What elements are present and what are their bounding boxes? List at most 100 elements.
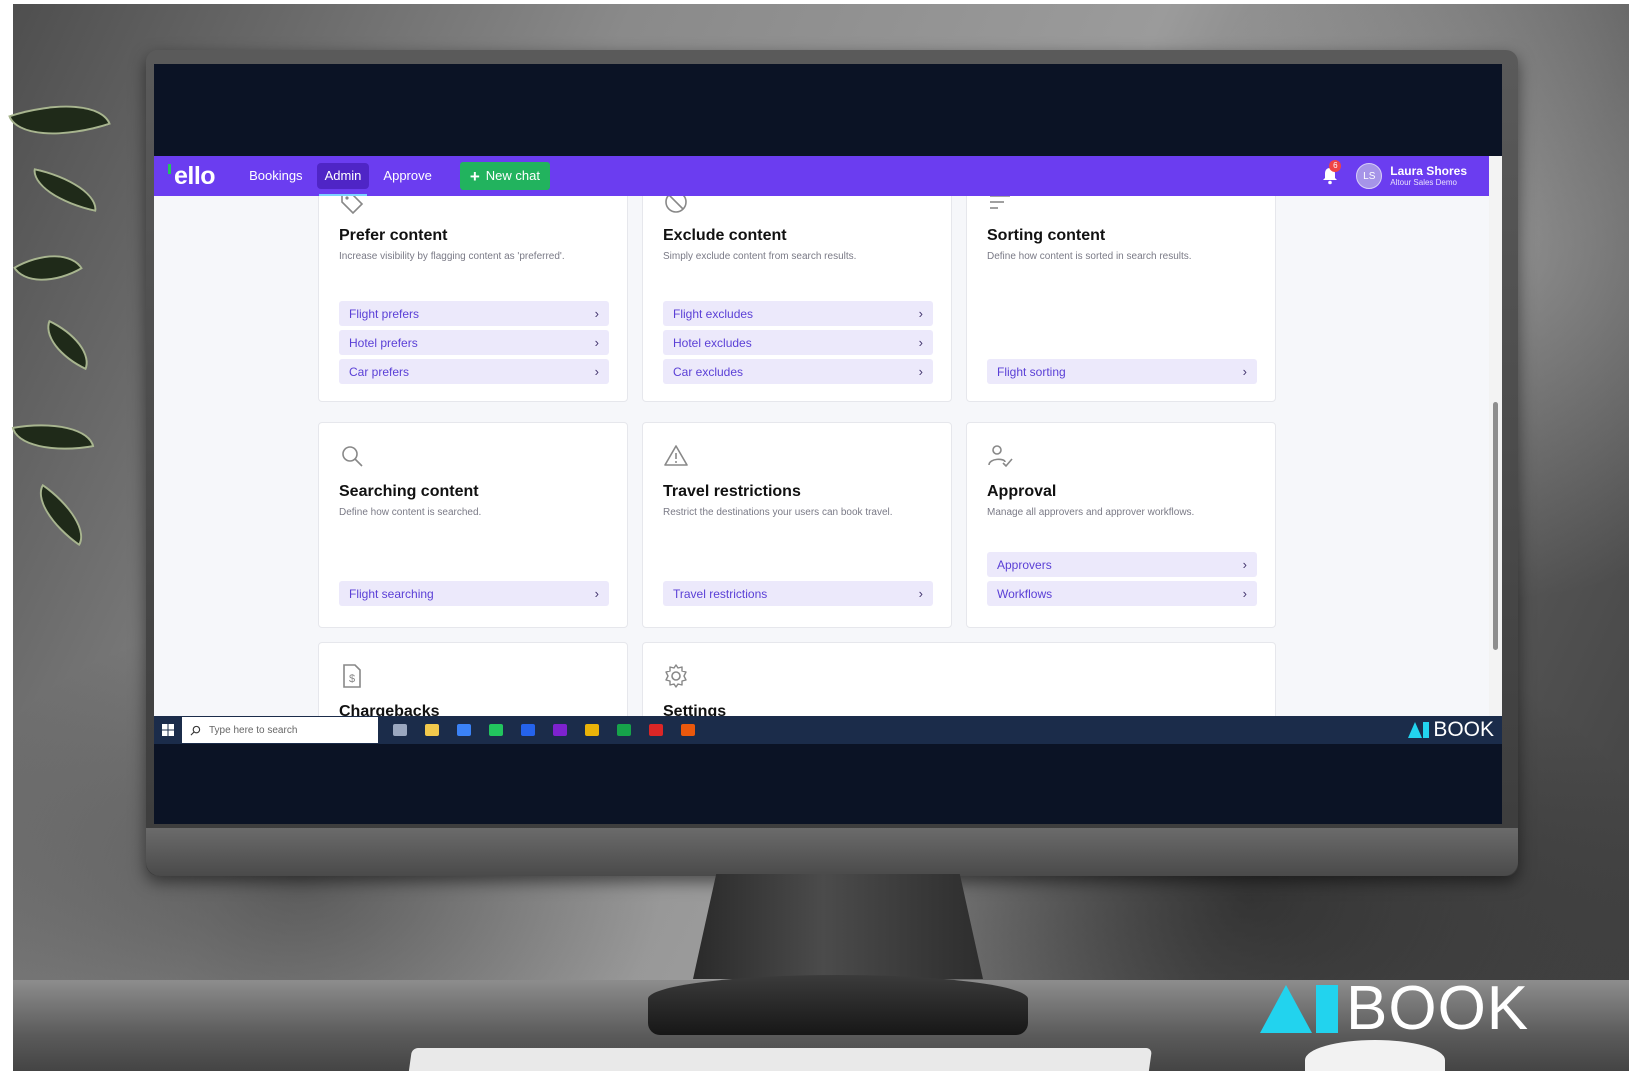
link-label: Hotel excludes: [673, 335, 752, 350]
plus-icon: +: [469, 166, 480, 186]
excel-icon[interactable]: [611, 719, 637, 741]
link-car-excludes[interactable]: Car excludes ›: [663, 359, 933, 384]
new-chat-label: New chat: [485, 168, 540, 183]
link-flight-prefers[interactable]: Flight prefers ›: [339, 301, 609, 326]
link-label: Approvers: [997, 557, 1052, 572]
document-dollar-icon: $: [343, 664, 361, 688]
chevron-right-icon: ›: [594, 335, 599, 350]
user-menu[interactable]: Laura Shores Altour Sales Demo: [1390, 163, 1467, 188]
red-app-icon-glyph: [649, 724, 663, 736]
monitor-stand: [693, 874, 983, 979]
calendar-app-icon[interactable]: [451, 719, 477, 741]
monitor-screen: ello Bookings Admin Approve + New chat 6…: [154, 64, 1502, 824]
logo-mark: [168, 163, 171, 174]
edge-icon[interactable]: [483, 719, 509, 741]
link-label: Car excludes: [673, 364, 744, 379]
admin-content: Prefer content Increase visibility by fl…: [154, 196, 1489, 716]
scrollbar-thumb[interactable]: [1493, 402, 1498, 650]
chevron-right-icon: ›: [594, 306, 599, 321]
onenote-icon[interactable]: [547, 719, 573, 741]
tag-icon: [341, 196, 364, 215]
notifications-button[interactable]: 6: [1320, 160, 1342, 186]
card-sorting-content: Sorting content Define how content is so…: [966, 196, 1276, 402]
link-approvers[interactable]: Approvers ›: [987, 552, 1257, 577]
card-title: Searching content: [339, 483, 479, 500]
card-searching-content: Searching content Define how content is …: [318, 422, 628, 628]
warning-icon: [664, 445, 688, 466]
task-view-icon-glyph: [393, 724, 407, 736]
chevron-right-icon: ›: [918, 586, 923, 601]
avatar[interactable]: LS: [1356, 163, 1383, 189]
link-travel-restrictions[interactable]: Travel restrictions ›: [663, 581, 933, 606]
taskbar-apps: [384, 719, 704, 741]
card-prefer-content: Prefer content Increase visibility by fl…: [318, 196, 628, 402]
outlook-icon[interactable]: [515, 719, 541, 741]
chrome-icon[interactable]: [579, 719, 605, 741]
file-explorer-icon-glyph: [425, 724, 439, 736]
link-car-prefers[interactable]: Car prefers ›: [339, 359, 609, 384]
link-label: Workflows: [997, 586, 1053, 601]
card-title: Approval: [987, 483, 1057, 500]
card-chargebacks: $ Chargebacks: [318, 642, 628, 716]
monitor-stand-base: [648, 975, 1028, 1035]
taskbar-brand: BOOK: [1408, 718, 1494, 742]
card-travel-restrictions: Travel restrictions Restrict the destina…: [642, 422, 952, 628]
brand-watermark: BOOK: [1260, 978, 1529, 1040]
sort-icon: [990, 196, 1010, 209]
card-description: Define how content is sorted in search r…: [987, 251, 1192, 262]
app-logo[interactable]: ello: [168, 162, 216, 191]
card-description: Manage all approvers and approver workfl…: [987, 507, 1195, 518]
outlook-icon-glyph: [521, 724, 535, 736]
chevron-right-icon: ›: [594, 586, 599, 601]
red-app-icon[interactable]: [643, 719, 669, 741]
user-org: Altour Sales Demo: [1390, 177, 1457, 187]
chrome-icon-glyph: [585, 724, 599, 736]
nav-bookings[interactable]: Bookings: [241, 163, 310, 189]
card-title: Travel restrictions: [663, 483, 801, 500]
link-flight-excludes[interactable]: Flight excludes ›: [663, 301, 933, 326]
chevron-right-icon: ›: [1242, 364, 1247, 379]
brand-bar: [1316, 985, 1338, 1033]
task-view-icon[interactable]: [387, 719, 413, 741]
taskbar-brand-text: BOOK: [1433, 718, 1494, 741]
nav-admin[interactable]: Admin: [316, 163, 370, 196]
chevron-right-icon: ›: [1242, 586, 1247, 601]
app-navbar: ello Bookings Admin Approve + New chat 6…: [154, 156, 1489, 196]
nav-approve[interactable]: Approve: [375, 163, 439, 189]
image-border: [0, 0, 1629, 4]
card-settings: Settings: [642, 642, 1276, 716]
image-border: [0, 0, 13, 1071]
start-button[interactable]: [154, 716, 182, 744]
link-flight-sorting[interactable]: Flight sorting ›: [987, 359, 1257, 384]
card-title: Exclude content: [663, 227, 787, 244]
excel-icon-glyph: [617, 724, 631, 736]
block-icon: [665, 196, 687, 213]
teams-icon[interactable]: [675, 719, 701, 741]
link-flight-searching[interactable]: Flight searching ›: [339, 581, 609, 606]
taskbar-search-placeholder: Type here to search: [209, 724, 298, 736]
card-exclude-content: Exclude content Simply exclude content f…: [642, 196, 952, 402]
link-hotel-excludes[interactable]: Hotel excludes ›: [663, 330, 933, 355]
link-workflows[interactable]: Workflows ›: [987, 581, 1257, 606]
card-description: Increase visibility by flagging content …: [339, 251, 565, 262]
link-label: Flight sorting: [997, 364, 1066, 379]
user-name: Laura Shores: [1390, 163, 1467, 178]
file-explorer-icon[interactable]: [419, 719, 445, 741]
new-chat-button[interactable]: + New chat: [459, 162, 550, 190]
link-label: Hotel prefers: [349, 335, 418, 350]
brand-logo-icon: [1408, 722, 1430, 738]
card-title: Sorting content: [987, 227, 1106, 244]
teams-icon-glyph: [681, 724, 695, 736]
chevron-right-icon: ›: [918, 364, 923, 379]
link-hotel-prefers[interactable]: Hotel prefers ›: [339, 330, 609, 355]
screen-black-area: [154, 744, 1502, 824]
card-description: Restrict the destinations your users can…: [663, 507, 893, 518]
card-title: Prefer content: [339, 227, 448, 244]
link-label: Car prefers: [349, 364, 410, 379]
card-description: Define how content is searched.: [339, 507, 482, 518]
gear-icon: [665, 664, 687, 688]
card-title: Chargebacks: [339, 703, 440, 716]
card-approval: Approval Manage all approvers and approv…: [966, 422, 1276, 628]
taskbar-search[interactable]: Type here to search: [182, 717, 378, 743]
user-area: 6 LS Laura Shores Altour Sales Demo: [1320, 160, 1467, 189]
